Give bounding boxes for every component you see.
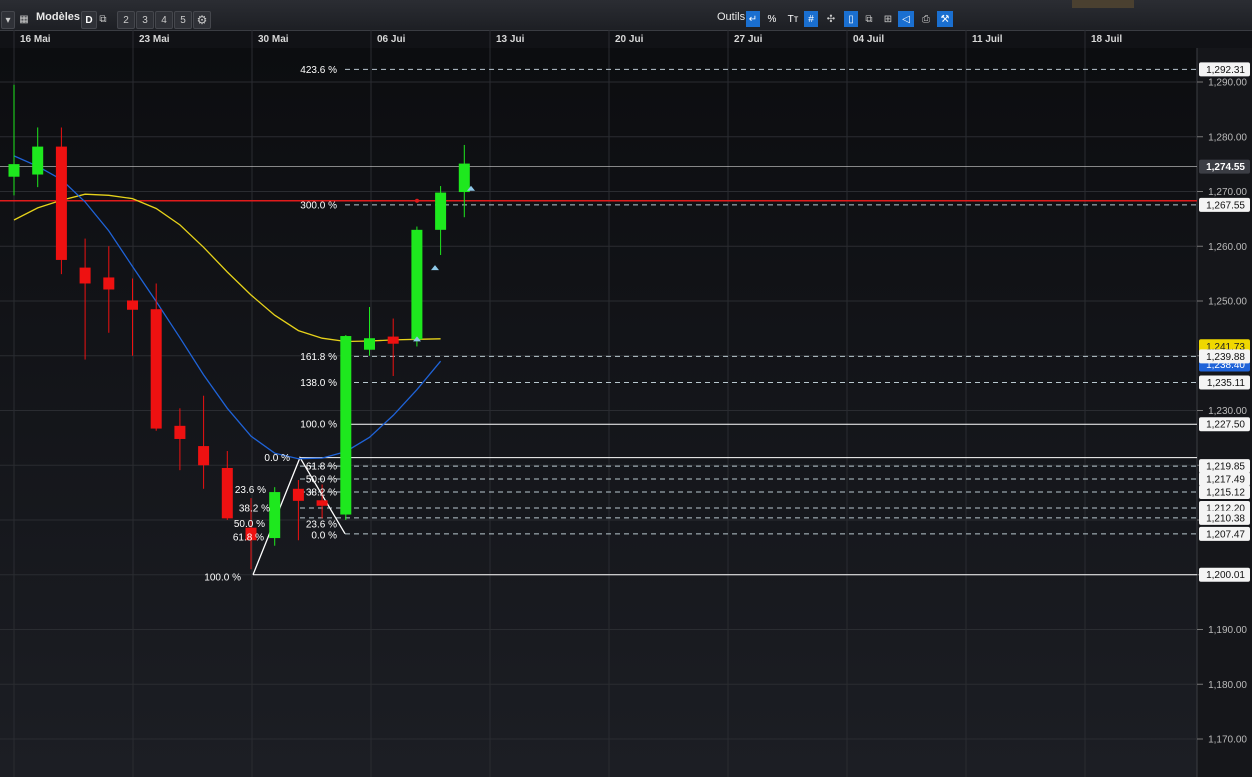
y-tick-label: 1,250.00 — [1208, 297, 1247, 308]
fib-percent-label: 0.0 % — [264, 453, 290, 464]
y-tick-label: 1,180.00 — [1208, 680, 1247, 691]
price-tag-label: 1,219.85 — [1206, 462, 1245, 473]
fib-percent-label: 300.0 % — [300, 200, 337, 211]
price-tag-label: 1,274.55 — [1206, 162, 1245, 173]
price-chart[interactable]: 1,290.00 1,280.00 1,270.00 1,260.00 1,250.00… — [0, 0, 1252, 777]
y-tick-label: 1,190.00 — [1208, 625, 1247, 636]
candle-body — [32, 146, 44, 175]
candle-body — [79, 267, 91, 284]
candle-body — [150, 309, 162, 429]
price-tag-label: 1,200.01 — [1206, 570, 1245, 581]
fib-percent-label: 138.0 % — [300, 378, 337, 389]
y-tick-label: 1,170.00 — [1208, 735, 1247, 746]
y-tick-label: 1,290.00 — [1208, 78, 1247, 89]
fib-percent-label: 161.8 % — [300, 352, 337, 363]
y-tick-label: 1,280.00 — [1208, 132, 1247, 143]
candle-body — [435, 192, 447, 230]
candle-body — [387, 336, 399, 344]
fib-percent-label: 38.2 % — [306, 487, 337, 498]
candle-body — [174, 425, 186, 439]
candle-body — [8, 164, 20, 177]
candle-body — [221, 467, 233, 519]
candle-body — [127, 300, 138, 310]
fib-percent-label: 423.6 % — [300, 65, 337, 76]
fib-percent-label: 23.6 % — [306, 519, 337, 530]
fib-percent-label: 50.0 % — [306, 474, 337, 485]
candle-body — [364, 338, 375, 350]
candle-body — [269, 492, 281, 539]
price-tag-label: 1,207.47 — [1206, 529, 1245, 540]
candle-body — [103, 277, 115, 290]
candle-body — [198, 446, 210, 466]
red-dot-marker — [415, 198, 419, 203]
fib-percent-label: 61.8 % — [233, 532, 264, 543]
fib-percent-label: 23.6 % — [235, 485, 266, 496]
fib-percent-label: 50.0 % — [234, 519, 265, 530]
price-tag-label: 1,235.11 — [1207, 378, 1246, 389]
fib-percent-label: 100.0 % — [204, 572, 241, 583]
candle-body — [55, 146, 67, 260]
candle-body — [340, 336, 352, 515]
candle-body — [411, 229, 423, 340]
fib-percent-label: 0.0 % — [311, 530, 337, 541]
price-tag-label: 1,227.50 — [1206, 420, 1245, 431]
price-tag-label: 1,217.49 — [1206, 474, 1245, 485]
candle-body — [316, 500, 328, 506]
candle-body — [458, 163, 470, 193]
fib-percent-label: 100.0 % — [300, 420, 337, 431]
price-tag-label: 1,239.88 — [1206, 352, 1245, 363]
fib-percent-label: 38.2 % — [239, 503, 270, 514]
y-tick-label: 1,270.00 — [1208, 187, 1247, 198]
y-tick-label: 1,230.00 — [1208, 406, 1247, 417]
candle-body — [292, 488, 304, 501]
fib-percent-label: 61.8 % — [306, 462, 337, 473]
price-tag-label: 1,210.38 — [1206, 513, 1245, 524]
price-tag-label: 1,267.55 — [1206, 200, 1245, 211]
price-tag-label: 1,215.12 — [1206, 487, 1245, 498]
y-tick-label: 1,260.00 — [1208, 242, 1247, 253]
price-tag-label: 1,292.31 — [1206, 65, 1245, 76]
